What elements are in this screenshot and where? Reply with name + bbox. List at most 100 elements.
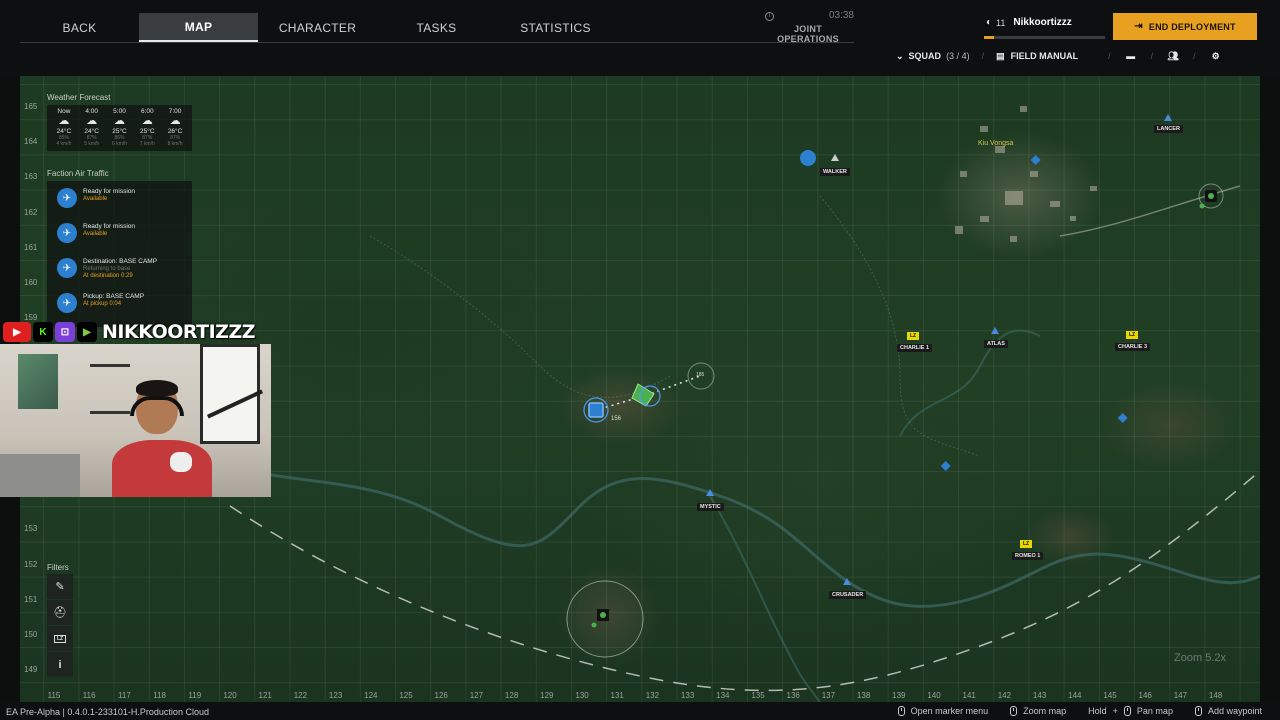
weather-title: Weather Forecast <box>47 93 111 102</box>
rain-cloud-icon: ☁ <box>141 115 153 127</box>
x-coordinate-label: 131 <box>610 691 624 700</box>
top-bar: BACK MAP CHARACTER TASKS STATISTICS i 03… <box>0 0 1280 76</box>
air-traffic-main: Pickup: BASE CAMP <box>83 293 145 300</box>
player-name: Nikkoortizzz <box>1013 17 1072 28</box>
forecast-item: 7:00 ☁ 26°C 87% 8 km/h <box>162 108 188 147</box>
operation-name: JOINT OPERATIONS <box>777 24 839 44</box>
town-label: Kiu Vongsa <box>978 140 1014 147</box>
x-coordinate-label: 122 <box>293 691 308 700</box>
info-icon[interactable]: i <box>47 652 73 677</box>
squad-marker[interactable] <box>831 154 839 161</box>
distance-label: 185 <box>696 372 705 378</box>
tab-back[interactable]: BACK <box>20 13 139 42</box>
tabs-divider <box>20 42 854 43</box>
x-coordinate-label: 144 <box>1068 691 1082 700</box>
webcam-microphone <box>170 452 192 472</box>
x-coordinate-label: 119 <box>188 691 202 700</box>
forecast-item: 6:00 ☁ 25°C 87% 7 km/h <box>134 108 160 147</box>
hint-marker-label: Open marker menu <box>910 706 989 716</box>
hint-hold-label: Hold <box>1088 706 1107 716</box>
hint-waypoint: Add waypoint <box>1194 706 1262 716</box>
forecast-wind: 4 km/h <box>56 141 72 147</box>
x-coordinate-label: 129 <box>540 691 554 700</box>
squad-marker[interactable] <box>706 489 714 496</box>
squad-toggle[interactable]: ⌄ SQUAD (3 / 4) <box>896 51 970 62</box>
hint-plus: + <box>1112 706 1118 716</box>
toolbar-separator: / <box>1108 51 1111 61</box>
exit-icon: ⇥ <box>1134 21 1143 32</box>
air-traffic-item[interactable]: ✈ Ready for mission Available <box>47 185 192 220</box>
lz-tag: LZ <box>1020 540 1033 548</box>
hint-zoom: Zoom map <box>1010 706 1066 716</box>
x-coordinate-label: 125 <box>399 691 413 700</box>
weather-forecast-panel: Weather Forecast Now ☁ 24°C 85% 4 km/h 4:00 ☁ 2… <box>47 93 192 151</box>
youtube-icon: ▶ <box>3 322 31 342</box>
rumble-icon: ▶ <box>77 322 97 342</box>
squad-label-atlas[interactable]: ATLAS <box>984 340 1008 348</box>
hint-zoom-label: Zoom map <box>1023 706 1067 716</box>
y-coordinate-label: 149 <box>24 665 38 675</box>
air-traffic-item[interactable]: ✈ Destination: BASE CAMP Returning to base… <box>47 255 192 290</box>
mouse-icon <box>1123 706 1131 716</box>
air-traffic-text: Destination: BASE CAMP Returning to base A… <box>83 258 157 279</box>
webcam-hair <box>136 380 178 396</box>
tab-character[interactable]: CHARACTER <box>258 13 377 42</box>
squad-label: SQUAD <box>908 51 942 61</box>
tab-map[interactable]: MAP <box>139 13 258 42</box>
chat-icon[interactable]: ▬ <box>1123 48 1139 64</box>
webcam-shirt <box>112 440 212 497</box>
air-traffic-item[interactable]: ✈ Pickup: BASE CAMP At pickup 0:04 <box>47 290 192 325</box>
forecast-wind: 5 km/h <box>84 141 100 147</box>
rain-cloud-icon: ☁ <box>169 115 181 127</box>
lz-label-romeo-1[interactable]: ROMEO 1 <box>1012 552 1044 560</box>
squad-marker[interactable] <box>843 578 851 585</box>
y-coordinate-label: 163 <box>24 172 38 182</box>
squad-label-lancer[interactable]: LANCER <box>1154 125 1183 133</box>
field-manual-button[interactable]: ▤ FIELD MANUAL <box>996 51 1078 62</box>
rain-cloud-icon: ☁ <box>86 115 98 127</box>
tab-tasks[interactable]: TASKS <box>377 13 496 42</box>
x-coordinate-label: 118 <box>153 691 166 700</box>
gear-icon[interactable]: ⚙ <box>1208 48 1224 64</box>
air-traffic-item[interactable]: ✈ Ready for mission Available <box>47 220 192 255</box>
x-coordinate-label: 140 <box>927 691 941 700</box>
helicopter-icon[interactable]: ⛑ <box>47 600 73 625</box>
squad-label-walker[interactable]: WALKER <box>820 168 850 176</box>
air-traffic-sub: Returning to base <box>83 266 131 272</box>
tab-statistics[interactable]: STATISTICS <box>496 13 615 42</box>
player-level: 11 <box>996 17 1006 28</box>
people-icon[interactable]: 👥︎ <box>1165 48 1181 64</box>
map-toolbar: ⌄ SQUAD (3 / 4) / ▤ FIELD MANUAL / ▬ / 👥… <box>896 48 1224 64</box>
streamer-social-bar: ▶ K ⊡ ▶ NIKKOORTIZZZ <box>3 321 256 343</box>
lz-label-charlie-1[interactable]: CHARLIE 1 <box>897 344 933 352</box>
headset-icon <box>130 396 184 416</box>
air-traffic-list: ✈ Ready for mission Available ✈ Ready for mi… <box>47 181 192 327</box>
lz-filter-button[interactable]: LZ <box>47 626 73 651</box>
filters-title: Filters <box>47 563 69 572</box>
helicopter-icon: ✈ <box>57 223 77 243</box>
squad-label-crusader[interactable]: CRUSADER <box>829 591 867 599</box>
forecast-list: Now ☁ 24°C 85% 4 km/h 4:00 ☁ 24°C 87% 5 km/h 5:00 ☁… <box>47 105 192 151</box>
main-tabs: BACK MAP CHARACTER TASKS STATISTICS <box>20 13 615 42</box>
x-coordinate-label: 138 <box>856 691 871 700</box>
end-deployment-label: END DEPLOYMENT <box>1148 21 1236 32</box>
distance-label: 156 <box>611 416 622 422</box>
rain-cloud-icon: ☁ <box>58 115 70 127</box>
book-icon: ▤ <box>996 50 1005 61</box>
webcam-person <box>112 380 212 497</box>
squad-marker[interactable] <box>991 327 999 334</box>
forecast-time: Now <box>57 108 71 115</box>
air-traffic-text: Ready for mission Available <box>83 223 135 237</box>
forecast-temp: 24°C <box>56 128 72 135</box>
end-deployment-button[interactable]: ⇥ END DEPLOYMENT <box>1113 13 1257 40</box>
player-info: ◐ 11 Nikkoortizzz <box>986 17 1072 28</box>
x-coordinate-label: 121 <box>258 691 272 700</box>
x-coordinate-label: 143 <box>1032 691 1047 700</box>
forecast-time: 6:00 <box>140 108 154 115</box>
x-coordinate-label: 136 <box>786 691 800 700</box>
squad-label-mystic[interactable]: MYSTIC <box>697 503 724 511</box>
squad-marker[interactable] <box>1164 114 1172 121</box>
lz-label-charlie-3[interactable]: CHARLIE 3 <box>1115 343 1151 351</box>
pencil-icon[interactable]: ✎ <box>47 574 73 599</box>
twitch-icon: ⊡ <box>55 322 75 342</box>
